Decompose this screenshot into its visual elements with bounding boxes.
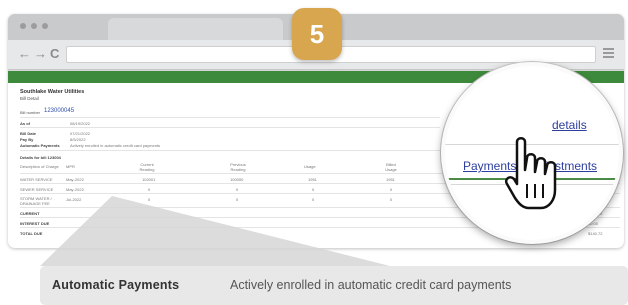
automatic-payments-callout: Automatic Payments Actively enrolled in … (40, 266, 628, 305)
callout-value: Actively enrolled in automatic credit ca… (230, 278, 512, 292)
magnifier-zoom: details Payments Adjustments (441, 62, 623, 244)
callout-label: Automatic Payments (52, 278, 180, 292)
hand-pointer-icon (505, 137, 557, 210)
screenshot-root: { "step_number": "5", "browser": { "back… (0, 0, 628, 305)
details-link[interactable]: details (552, 118, 587, 132)
